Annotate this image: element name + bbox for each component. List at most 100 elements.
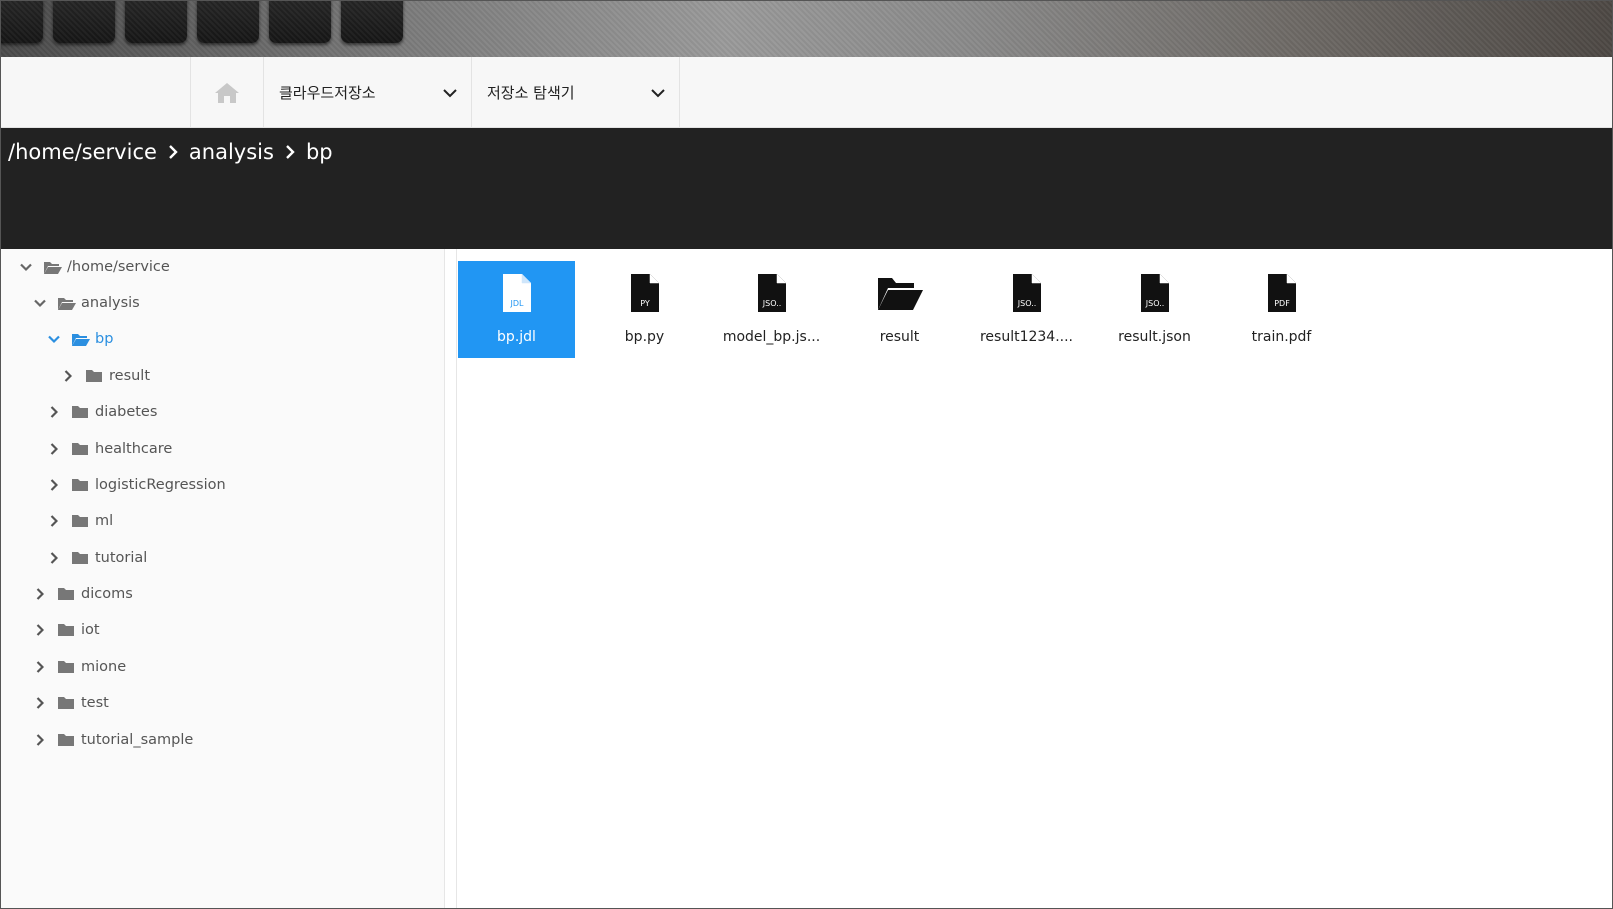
folder-icon	[71, 441, 91, 457]
file-name-label: result.json	[1118, 329, 1191, 345]
tree-item-label: tutorial_sample	[81, 732, 194, 748]
top-navbar: 클라우드저장소 저장소 탐색기	[1, 57, 1612, 128]
tree-item[interactable]: bp	[47, 325, 113, 353]
tree-item[interactable]: test	[33, 689, 109, 717]
tree-item[interactable]: /home/service	[19, 253, 170, 281]
tree-item-label: ml	[95, 513, 114, 529]
tree-item[interactable]: dicoms	[33, 580, 133, 608]
tree-item[interactable]: ml	[47, 507, 113, 535]
chevron-down-icon[interactable]	[47, 332, 61, 346]
tree-item-label: bp	[95, 331, 114, 347]
file-type-label: JSO..	[1016, 299, 1036, 308]
breadcrumb-item-analysis[interactable]: analysis	[189, 140, 274, 164]
file-icon: JSO..	[1139, 271, 1171, 315]
file-name-label: bp.jdl	[497, 329, 536, 345]
folder-icon	[57, 659, 77, 675]
folder-icon	[71, 513, 91, 529]
tree-item-label: diabetes	[95, 404, 158, 420]
chevron-down-icon[interactable]	[33, 296, 47, 310]
chevron-right-icon[interactable]	[47, 551, 61, 565]
chevron-right-icon[interactable]	[33, 587, 47, 601]
chevron-right-icon[interactable]	[47, 442, 61, 456]
file-icon: PDF	[1266, 271, 1298, 315]
tree-item-label: tutorial	[95, 550, 148, 566]
cloud-storage-menu[interactable]: 클라우드저장소	[264, 57, 472, 128]
file-name-label: model_bp.js...	[722, 329, 821, 345]
folder-icon	[57, 622, 77, 638]
chevron-right-icon[interactable]	[47, 478, 61, 492]
tree-item-label: test	[81, 695, 109, 711]
chevron-down-icon	[651, 88, 665, 97]
chevron-down-icon	[443, 88, 457, 97]
file-icon: JSO..	[1011, 271, 1043, 315]
folder-open-icon	[876, 271, 924, 315]
file-icon: JDL	[501, 271, 533, 315]
storage-explorer-menu-label: 저장소 탐색기	[487, 84, 575, 102]
file-type-label: JSO..	[761, 299, 781, 308]
file-item[interactable]: JDL bp.jdl	[458, 261, 575, 358]
tree-item[interactable]: mione	[33, 653, 126, 681]
chevron-down-icon[interactable]	[19, 260, 33, 274]
folder-icon	[57, 586, 77, 602]
tree-item-label: logisticRegression	[95, 477, 226, 493]
tree-item[interactable]: result	[61, 362, 150, 390]
app-frame: 클라우드저장소 저장소 탐색기 /home/service analysis b…	[0, 0, 1613, 909]
folder-open-icon	[71, 331, 91, 347]
folder-icon	[57, 732, 77, 748]
tree-item-label: iot	[81, 622, 100, 638]
file-name-label: result	[879, 329, 920, 345]
chevron-right-icon[interactable]	[47, 514, 61, 528]
breadcrumb-item-bp[interactable]: bp	[306, 140, 333, 164]
file-icon: JSO..	[756, 271, 788, 315]
tree-item[interactable]: healthcare	[47, 435, 172, 463]
cloud-storage-menu-label: 클라우드저장소	[279, 84, 376, 102]
tree-item[interactable]: logisticRegression	[47, 471, 226, 499]
tree-item-label: healthcare	[95, 441, 173, 457]
folder-icon	[71, 550, 91, 566]
folder-icon	[57, 695, 77, 711]
tree-item[interactable]: analysis	[33, 289, 140, 317]
file-item[interactable]: JSO.. result1234....	[968, 261, 1085, 358]
tree-item[interactable]: iot	[33, 616, 100, 644]
tree-item[interactable]: tutorial_sample	[33, 726, 193, 754]
folder-tree-sidebar: /home/service analysis bp result diabetes hea…	[1, 249, 445, 908]
chevron-right-icon	[157, 145, 189, 159]
chevron-right-icon[interactable]	[33, 696, 47, 710]
header-banner-image	[1, 1, 1612, 57]
file-grid: JDL bp.jdl PY bp.py JSO.. model_bp.js... resul…	[458, 249, 1612, 908]
home-icon	[215, 82, 239, 103]
chevron-right-icon[interactable]	[33, 623, 47, 637]
tree-item[interactable]: diabetes	[47, 398, 157, 426]
file-type-label: JSO..	[1144, 299, 1164, 308]
home-button[interactable]	[190, 57, 264, 128]
file-item[interactable]: PDF train.pdf	[1223, 261, 1340, 358]
sidebar-resize-handle[interactable]	[445, 249, 457, 908]
folder-icon	[71, 404, 91, 420]
file-type-label: PDF	[1274, 299, 1290, 308]
folder-icon	[71, 477, 91, 493]
tree-item-label: /home/service	[67, 259, 170, 275]
file-item[interactable]: PY bp.py	[586, 261, 703, 358]
tree-item-label: analysis	[81, 295, 140, 311]
file-item[interactable]: JSO.. result.json	[1096, 261, 1213, 358]
breadcrumb-bar: /home/service analysis bp	[1, 128, 1612, 249]
chevron-right-icon[interactable]	[61, 369, 75, 383]
file-type-label: JDL	[509, 299, 524, 308]
breadcrumb-item-home-service[interactable]: /home/service	[8, 140, 157, 164]
tree-item-label: dicoms	[81, 586, 133, 602]
tree-item[interactable]: tutorial	[47, 544, 147, 572]
folder-open-icon	[43, 259, 63, 275]
file-type-label: PY	[640, 299, 650, 308]
chevron-right-icon[interactable]	[33, 733, 47, 747]
file-item[interactable]: result	[841, 261, 958, 358]
file-name-label: bp.py	[624, 329, 665, 345]
chevron-right-icon[interactable]	[33, 660, 47, 674]
file-item[interactable]: JSO.. model_bp.js...	[713, 261, 830, 358]
chevron-right-icon[interactable]	[47, 405, 61, 419]
folder-icon	[85, 368, 105, 384]
tree-item-label: result	[109, 368, 151, 384]
storage-explorer-menu[interactable]: 저장소 탐색기	[472, 57, 680, 128]
chevron-right-icon	[274, 145, 306, 159]
tree-item-label: mione	[81, 659, 127, 675]
file-icon: PY	[629, 271, 661, 315]
